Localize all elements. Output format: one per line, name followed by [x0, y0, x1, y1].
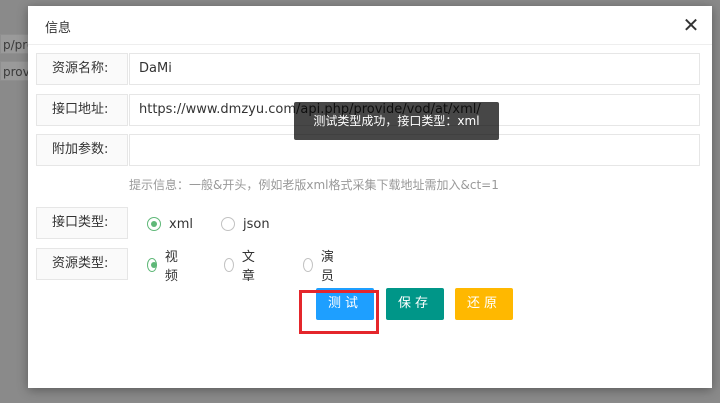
radio-label: 视频 — [164, 250, 178, 284]
api-url-label: 接口地址: — [36, 94, 128, 126]
radio-label: json — [243, 216, 270, 232]
hint-text: 提示信息：一般&开头，例如老版xml格式采集下载地址需加入&ct=1 — [129, 178, 499, 192]
modal-title: 信息 — [45, 21, 72, 36]
api-type-row: 接口类型: xml json — [36, 207, 700, 239]
radio-label: 文章 — [241, 250, 255, 284]
radio-article[interactable]: 文章 — [224, 250, 259, 284]
resource-name-row: 资源名称: DaMi — [36, 53, 700, 85]
radio-json[interactable]: json — [221, 215, 270, 233]
resource-name-input[interactable]: DaMi — [129, 53, 700, 85]
info-modal: 信息 ✕ 资源名称: DaMi 接口地址: https://www.dmzyu.… — [28, 6, 712, 388]
watermark: 知乎 @小马MAa — [562, 364, 706, 385]
api-type-label: 接口类型: — [36, 207, 128, 239]
resource-type-label: 资源类型: — [36, 248, 128, 280]
radio-xml[interactable]: xml — [147, 215, 193, 233]
radio-unchecked-icon — [221, 217, 235, 231]
extra-params-label: 附加参数: — [36, 134, 128, 166]
radio-checked-icon — [147, 217, 161, 231]
radio-actor[interactable]: 演员 — [303, 250, 338, 284]
radio-checked-icon — [147, 258, 157, 272]
resource-name-label: 资源名称: — [36, 53, 128, 85]
radio-label: 演员 — [320, 250, 334, 284]
close-icon[interactable]: ✕ — [680, 14, 702, 36]
toast-message: 测试类型成功，接口类型：xml — [294, 102, 499, 140]
resource-type-row: 资源类型: 视频 文章 演员 — [36, 248, 700, 284]
reset-button[interactable]: 还原 — [455, 288, 513, 320]
save-button[interactable]: 保存 — [386, 288, 444, 320]
radio-unchecked-icon — [224, 258, 234, 272]
modal-header: 信息 ✕ — [28, 6, 712, 45]
radio-video[interactable]: 视频 — [147, 250, 182, 284]
highlight-annotation — [299, 290, 379, 334]
radio-unchecked-icon — [303, 258, 313, 272]
radio-label: xml — [169, 216, 193, 232]
